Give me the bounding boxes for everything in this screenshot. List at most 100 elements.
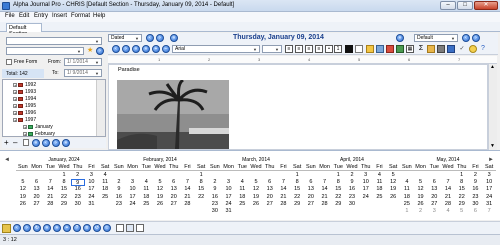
expand-icon[interactable]: + <box>23 124 27 129</box>
view-grid-icon[interactable] <box>136 224 144 232</box>
calendar-day[interactable]: 7 <box>441 179 455 186</box>
calendar-day[interactable]: 20 <box>167 194 181 201</box>
month-caption[interactable]: January, 2024 <box>16 157 112 164</box>
calendar-day[interactable]: 26 <box>153 201 167 208</box>
calendar-day[interactable]: 18 <box>98 186 112 193</box>
calendar-day[interactable]: 22 <box>194 194 208 201</box>
calendar-day[interactable]: 2 <box>208 179 222 186</box>
forward-icon[interactable]: › <box>23 224 31 232</box>
dated-select[interactable]: Dated ▼ <box>108 34 142 42</box>
calendar-day[interactable]: 22 <box>331 194 345 201</box>
calendar-day[interactable]: 2 <box>345 172 359 179</box>
calendar-day[interactable]: 14 <box>181 186 195 193</box>
calendar-day[interactable]: 11 <box>139 186 153 193</box>
calendar-day[interactable]: 28 <box>277 201 291 208</box>
calendar-day[interactable]: 24 <box>359 194 373 201</box>
search-combo[interactable]: ▼ <box>6 47 84 55</box>
calendar-day[interactable]: 18 <box>373 186 387 193</box>
calendar-day[interactable]: 19 <box>414 194 428 201</box>
forward-icon[interactable]: › <box>122 45 130 53</box>
editor-scrollbar[interactable]: ▲ ▼ <box>488 64 497 150</box>
menu-format[interactable]: Format <box>71 13 90 19</box>
remove-entry-button[interactable]: – <box>13 138 17 147</box>
link-icon[interactable] <box>396 45 404 53</box>
calendar-day[interactable]: 31 <box>222 208 236 215</box>
calendar-day[interactable]: 20 <box>304 194 318 201</box>
calendar-day[interactable]: 26 <box>386 194 400 201</box>
calendar-day[interactable]: 12 <box>386 179 400 186</box>
expand-icon[interactable]: + <box>23 131 27 136</box>
calendar-day[interactable]: 22 <box>57 194 71 201</box>
calendar-day[interactable]: 8 <box>194 179 208 186</box>
tree-item[interactable]: + January <box>23 124 53 130</box>
last-icon[interactable]: » <box>53 224 61 232</box>
calendar-day[interactable]: 31 <box>482 201 496 208</box>
calendar-day[interactable]: 6 <box>30 179 44 186</box>
tree-item[interactable]: +1995 <box>13 103 36 109</box>
calendar-day[interactable]: 2 <box>112 179 126 186</box>
align-center-icon[interactable]: ≡ <box>295 45 303 53</box>
minimize-button[interactable]: – <box>440 1 456 10</box>
folder-icon[interactable] <box>366 45 374 53</box>
calendar-day[interactable]: 4 <box>373 172 387 179</box>
month-caption[interactable]: May, 2014 <box>400 157 496 164</box>
scroll-down-icon[interactable]: ▼ <box>490 143 495 149</box>
calendar-day[interactable]: 13 <box>167 186 181 193</box>
star-icon[interactable]: ★ <box>87 47 94 54</box>
calendar-day[interactable]: 15 <box>290 186 304 193</box>
calendar-day[interactable]: 1 <box>331 172 345 179</box>
calendar-day[interactable]: 5 <box>16 179 30 186</box>
calendar-day[interactable]: 27 <box>167 201 181 208</box>
calendar-day[interactable]: 8 <box>455 179 469 186</box>
calendar-day[interactable]: 17 <box>359 186 373 193</box>
from-date-field[interactable]: 1/ 1/2014 ▼ <box>64 58 102 66</box>
calendar-day[interactable]: 11 <box>98 179 112 186</box>
calendar-day[interactable]: 23 <box>469 194 483 201</box>
calendar-day[interactable]: 5 <box>153 179 167 186</box>
calendar-day[interactable]: 24 <box>85 194 99 201</box>
calendar-day[interactable]: 4 <box>441 208 455 215</box>
journal-select[interactable]: ▼ <box>6 37 102 45</box>
calendar-day[interactable]: 29 <box>290 201 304 208</box>
expand-icon[interactable]: + <box>13 103 17 108</box>
calendar-day[interactable]: 23 <box>112 201 126 208</box>
calendar-day[interactable]: 9 <box>70 179 85 187</box>
calendar-day[interactable]: 9 <box>208 186 222 193</box>
previous-day-icon[interactable]: ‹ <box>146 34 154 42</box>
expand-icon[interactable]: + <box>13 89 17 94</box>
calendar-day[interactable]: 3 <box>126 179 140 186</box>
calendar-day[interactable]: 4 <box>98 172 112 179</box>
menu-entry[interactable]: Entry <box>34 13 48 19</box>
menu-file[interactable]: File <box>5 13 15 19</box>
calendar-day[interactable]: 8 <box>57 179 71 186</box>
calendar-day[interactable]: 30 <box>345 201 359 208</box>
calendar-day[interactable]: 7 <box>318 179 332 186</box>
calendar-day[interactable]: 23 <box>71 194 85 201</box>
calendar-day[interactable]: 3 <box>85 172 99 179</box>
calendar-day[interactable]: 9 <box>112 186 126 193</box>
calendar-day[interactable]: 5 <box>249 179 263 186</box>
calendar-day[interactable]: 16 <box>208 194 222 201</box>
spell-check-icon[interactable]: ✓ <box>458 45 466 53</box>
calendar-day[interactable]: 13 <box>304 186 318 193</box>
calendar-day[interactable]: 3 <box>222 179 236 186</box>
first-icon[interactable]: « <box>32 139 40 147</box>
calendar-day[interactable]: 30 <box>208 208 222 215</box>
calendar-day[interactable]: 11 <box>400 186 414 193</box>
calendar-day[interactable]: 2 <box>414 208 428 215</box>
calendar-day[interactable]: 16 <box>112 194 126 201</box>
calendar-day[interactable]: 15 <box>57 186 71 193</box>
calendar-day[interactable]: 17 <box>85 186 99 193</box>
align-left-icon[interactable]: ≡ <box>285 45 293 53</box>
calendar-day[interactable]: 25 <box>373 194 387 201</box>
free-form-checkbox[interactable] <box>6 59 12 65</box>
table-icon[interactable]: ▦ <box>406 45 414 53</box>
back-icon[interactable]: ‹ <box>112 45 120 53</box>
calendar-day[interactable]: 27 <box>30 201 44 208</box>
calendar-day[interactable]: 21 <box>441 194 455 201</box>
to-date-field[interactable]: 1/ 9/2014 ▼ <box>64 69 102 77</box>
expand-icon[interactable]: + <box>13 82 17 87</box>
calendar-day[interactable]: 17 <box>126 194 140 201</box>
calendar-day[interactable]: 30 <box>71 201 85 208</box>
last-icon[interactable]: » <box>62 139 70 147</box>
